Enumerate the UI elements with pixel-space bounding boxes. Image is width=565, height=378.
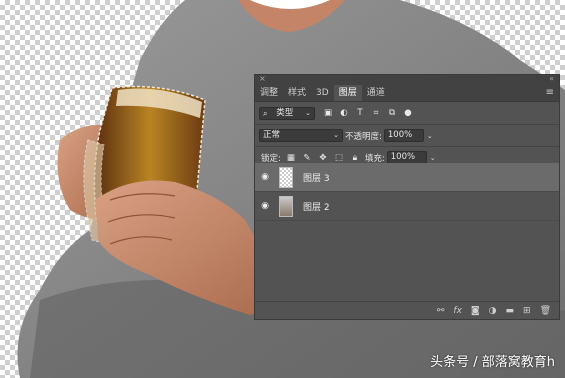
blend-mode-value: 正常	[263, 130, 281, 140]
filter-kind-select[interactable]: ⌕ 类型 ⌄	[259, 106, 315, 120]
search-icon: ⌕	[263, 108, 268, 118]
mask-icon[interactable]: ◙	[471, 306, 480, 316]
eye-icon[interactable]: ◉	[255, 201, 275, 211]
layer-name: 图层 3	[303, 173, 330, 184]
tab-3d[interactable]: 3D	[311, 85, 334, 101]
adjustment-filter-icon[interactable]: ◐	[339, 108, 349, 118]
pixel-filter-icon[interactable]: ▣	[323, 108, 333, 118]
lock-all-icon[interactable]: 🔒︎	[350, 153, 360, 163]
panel-menu-icon[interactable]: ≡	[546, 85, 554, 101]
layer-thumbnail	[279, 166, 293, 188]
layer-row[interactable]: ◉ 图层 3	[255, 163, 559, 192]
panel-footer: ⚯ fx ◙ ◑ ▬ ⊞ 🗑︎	[255, 301, 559, 319]
lock-artboard-icon[interactable]: ⬚	[334, 153, 344, 163]
opacity-value: 100%	[387, 130, 413, 140]
layer-list: ◉ 图层 3 ◉ 图层 2	[255, 163, 559, 293]
lock-transparent-icon[interactable]: ▦	[286, 153, 296, 163]
opacity-input[interactable]: 100%	[383, 129, 424, 142]
lock-position-icon[interactable]: ✥	[318, 153, 328, 163]
eye-icon[interactable]: ◉	[255, 172, 275, 182]
layer-row[interactable]: ◉ 图层 2	[255, 192, 559, 221]
blend-mode-select[interactable]: 正常 ⌄	[259, 129, 343, 142]
layers-panel: × « 调整 样式 3D 图层 通道 ≡ ⌕ 类型 ⌄ ▣ ◐ T ⌗ ⧉ ● …	[254, 74, 560, 320]
filter-kind-label: 类型	[276, 107, 294, 118]
filter-toggle-icon[interactable]: ●	[403, 108, 413, 118]
adjustment-icon[interactable]: ◑	[489, 306, 497, 316]
tab-channels[interactable]: 通道	[362, 85, 390, 101]
fill-slider-icon[interactable]: ⌄	[430, 154, 436, 162]
panel-titlebar: × «	[255, 74, 559, 85]
layer-name: 图层 2	[303, 202, 330, 213]
tab-layers[interactable]: 图层	[333, 85, 362, 101]
shape-filter-icon[interactable]: ⌗	[371, 108, 381, 118]
panel-tabs: 调整 样式 3D 图层 通道 ≡	[255, 85, 559, 102]
collapse-icon[interactable]: «	[549, 74, 554, 83]
new-layer-icon[interactable]: ⊞	[523, 306, 531, 316]
link-icon[interactable]: ⚯	[437, 306, 445, 316]
opacity-slider-icon[interactable]: ⌄	[427, 132, 433, 140]
tab-styles[interactable]: 样式	[283, 85, 311, 101]
chevron-down-icon: ⌄	[333, 131, 339, 139]
close-icon[interactable]: ×	[259, 74, 266, 83]
lock-image-icon[interactable]: ✎	[302, 153, 312, 163]
opacity-label: 不透明度:	[345, 131, 382, 142]
type-filter-icon[interactable]: T	[355, 108, 365, 118]
fx-icon[interactable]: fx	[453, 306, 462, 316]
folder-icon[interactable]: ▬	[506, 306, 515, 316]
layer-thumbnail	[279, 195, 293, 217]
chevron-down-icon: ⌄	[305, 108, 311, 117]
filter-row: ⌕ 类型 ⌄ ▣ ◐ T ⌗ ⧉ ●	[255, 102, 559, 125]
watermark: 头条号 / 部落窝教育h	[430, 355, 555, 370]
smart-object-filter-icon[interactable]: ⧉	[387, 108, 397, 118]
lock-label: 锁定:	[261, 153, 281, 164]
tab-adjustments[interactable]: 调整	[255, 85, 283, 101]
trash-icon[interactable]: 🗑︎	[540, 306, 551, 316]
fill-label: 填充:	[364, 153, 385, 164]
blend-row: 正常 ⌄ 不透明度: 100% ⌄	[255, 125, 559, 147]
